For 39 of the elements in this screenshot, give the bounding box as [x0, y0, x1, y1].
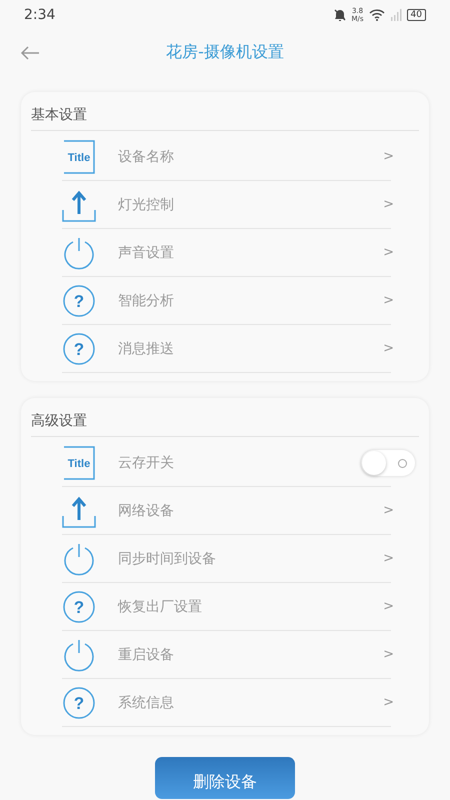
- power-icon: [62, 236, 96, 270]
- setting-item[interactable]: 声音设置: [118, 244, 384, 262]
- section-title: 高级设置: [31, 412, 419, 437]
- help-icon: ?: [62, 284, 96, 318]
- setting-item[interactable]: 消息推送: [118, 340, 384, 358]
- setting-label: 云存开关: [118, 454, 175, 472]
- setting-item[interactable]: 灯光控制: [118, 196, 384, 214]
- setting-item[interactable]: 同步时间到设备: [118, 550, 384, 568]
- help-icon: ?: [62, 590, 96, 624]
- chevron: >: [383, 245, 394, 260]
- setting-item[interactable]: 系统信息: [118, 694, 384, 712]
- page-title: 花房-摄像机设置: [166, 42, 284, 63]
- chevron: >: [383, 647, 394, 662]
- help-icon: ?: [62, 332, 96, 366]
- chevron: >: [383, 503, 394, 518]
- section-title: 基本设置: [31, 106, 419, 131]
- chevron: >: [383, 551, 394, 566]
- toggle-switch[interactable]: [361, 450, 415, 476]
- setting-item[interactable]: 重启设备: [118, 646, 384, 664]
- chevron: >: [383, 695, 394, 710]
- help-icon: ?: [62, 686, 96, 720]
- setting-item[interactable]: 设备名称: [118, 148, 384, 166]
- setting-item[interactable]: 恢复出厂设置: [118, 598, 384, 616]
- bell-off-icon: [332, 8, 346, 22]
- delete-button[interactable]: 删除设备: [155, 757, 295, 799]
- power-icon: [62, 638, 96, 672]
- setting-item[interactable]: 智能分析: [118, 292, 384, 310]
- chevron: >: [383, 293, 394, 308]
- chevron: >: [383, 599, 394, 614]
- chevron: >: [383, 341, 394, 356]
- wifi-icon: [368, 9, 385, 21]
- setting-item[interactable]: 网络设备: [118, 502, 384, 520]
- back-icon[interactable]: [20, 46, 40, 60]
- battery-indicator: 40: [406, 9, 426, 21]
- power-icon: [62, 542, 96, 576]
- chevron: >: [383, 197, 394, 212]
- chevron: >: [383, 149, 394, 164]
- status-time: 2:34: [24, 7, 56, 23]
- signal-icon: [390, 9, 402, 21]
